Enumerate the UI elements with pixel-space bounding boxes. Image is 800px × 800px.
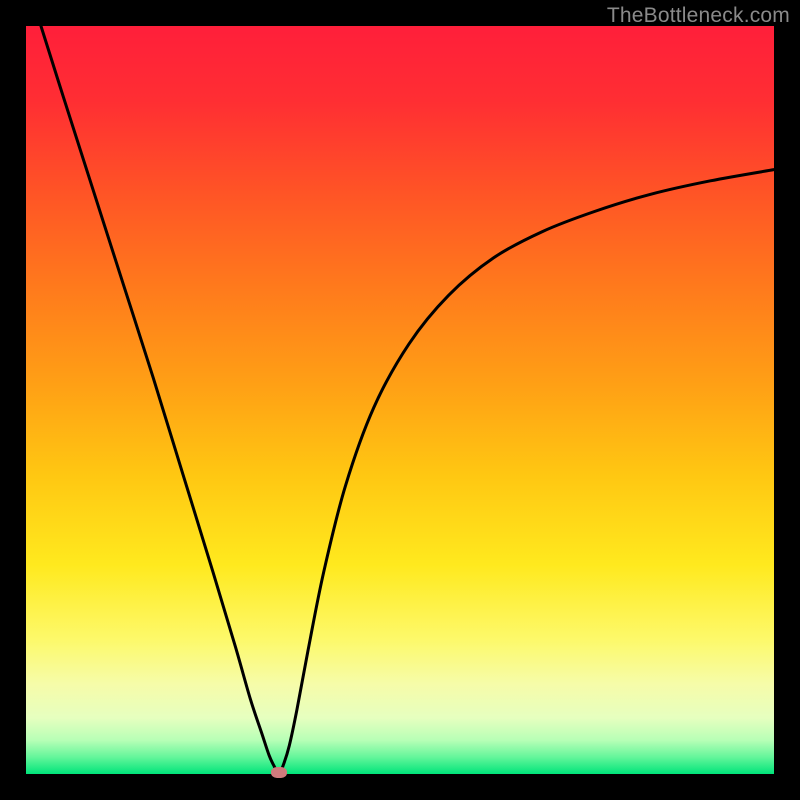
optimal-point-marker [271,767,287,778]
chart-frame [26,26,774,774]
gradient-background [26,26,774,774]
bottleneck-chart [26,26,774,774]
watermark-text: TheBottleneck.com [607,4,790,28]
